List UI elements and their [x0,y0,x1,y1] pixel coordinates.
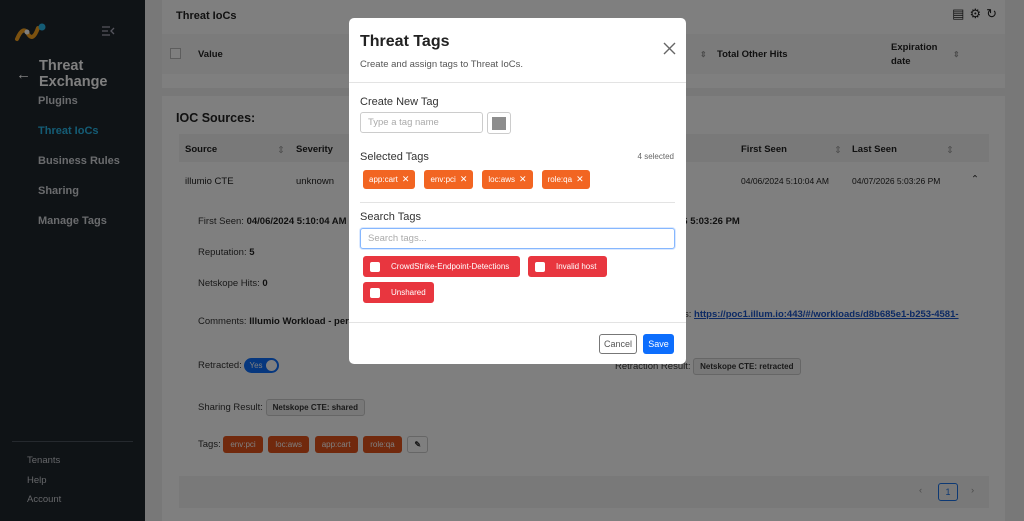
selected-tag: role:qa ✕ [541,170,590,189]
cancel-button[interactable]: Cancel [599,334,637,354]
remove-tag-icon[interactable]: ✕ [460,174,468,185]
search-tags-label: Search Tags [360,211,421,223]
selected-tag-label: env:pci [430,175,456,184]
save-button[interactable]: Save [643,334,674,354]
selected-count: 4 selected [637,152,674,161]
remove-tag-icon[interactable]: ✕ [519,174,527,185]
selected-tags-list: app:cart ✕ env:pci ✕ loc:aws ✕ role:qa ✕ [363,170,590,189]
search-tags-input[interactable] [360,228,675,249]
selected-tag: app:cart ✕ [363,170,416,189]
section-divider [360,202,675,203]
selected-tag-label: app:cart [369,175,398,184]
remove-tag-icon[interactable]: ✕ [402,174,410,185]
tag-option-label: CrowdStrike-Endpoint-Detections [391,262,510,271]
modal-subtitle: Create and assign tags to Threat IoCs. [360,59,523,70]
remove-tag-icon[interactable]: ✕ [576,174,584,185]
tag-option-checkbox[interactable] [370,287,380,298]
tag-option-checkbox[interactable] [535,261,545,272]
tag-name-input[interactable] [360,112,483,133]
tag-option-crowdstrike[interactable]: CrowdStrike-Endpoint-Detections [363,256,520,277]
tag-color-picker[interactable] [487,112,511,134]
color-swatch [492,117,506,130]
selected-tag: loc:aws ✕ [482,170,533,189]
tag-option-checkbox[interactable] [370,261,380,272]
selected-tag-label: loc:aws [488,175,516,184]
tag-option-label: Invalid host [556,262,597,271]
tag-option-label: Unshared [391,288,426,297]
modal-header-divider [349,82,686,83]
create-tag-label: Create New Tag [360,96,439,108]
modal-footer-divider [349,322,686,323]
close-icon[interactable] [663,42,676,55]
tag-option-unshared[interactable]: Unshared [363,282,434,303]
threat-tags-modal: Threat Tags Create and assign tags to Th… [349,18,686,364]
selected-tag-label: role:qa [547,175,573,184]
selected-tags-label: Selected Tags [360,151,429,163]
tag-option-invalid-host[interactable]: Invalid host [528,256,607,277]
modal-title: Threat Tags [360,33,450,50]
selected-tag: env:pci ✕ [424,170,474,189]
